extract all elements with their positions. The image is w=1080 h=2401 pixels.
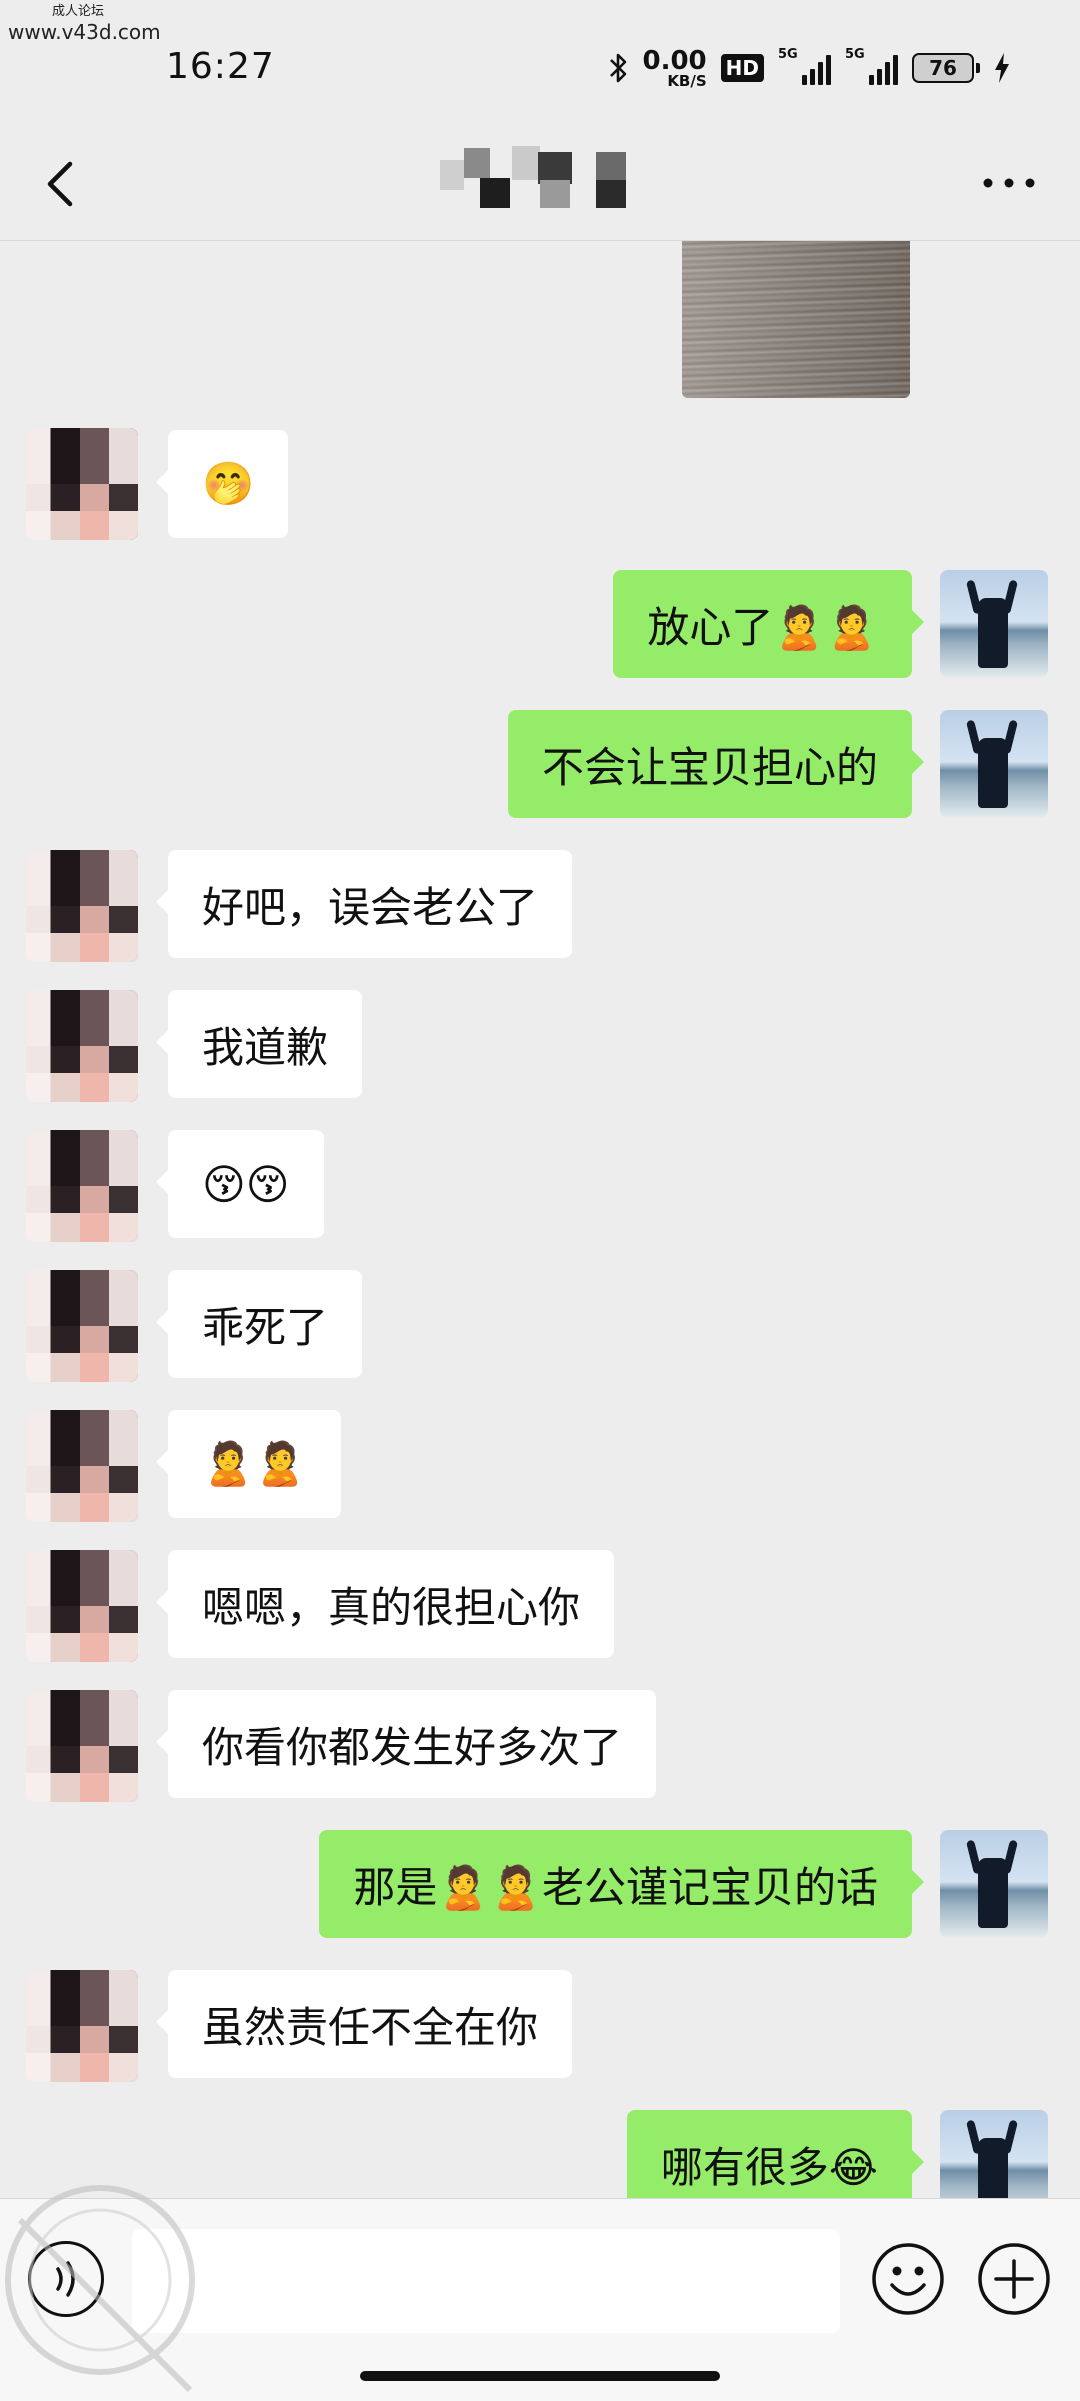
message-bubble-incoming[interactable]: 🙎🙎: [156, 1410, 341, 1518]
message-bubble-incoming[interactable]: 好吧，误会老公了: [155, 850, 573, 958]
my-avatar[interactable]: [940, 2110, 1048, 2198]
message-bubble-incoming[interactable]: 乖死了: [155, 1270, 363, 1378]
message-bubble-incoming[interactable]: 🤭: [155, 430, 289, 538]
input-bar: [0, 2198, 1080, 2401]
emoji-icon[interactable]: [870, 2241, 946, 2317]
my-avatar[interactable]: [940, 1830, 1048, 1938]
message-bubble-outgoing[interactable]: 哪有很多😂: [626, 2110, 925, 2198]
contact-avatar[interactable]: [26, 1410, 138, 1522]
message-bubble-outgoing[interactable]: 那是🙎🙎老公谨记宝贝的话: [319, 1830, 924, 1938]
contact-avatar[interactable]: [26, 1550, 138, 1662]
message-input[interactable]: [132, 2229, 840, 2333]
my-avatar[interactable]: [940, 570, 1048, 678]
chevron-left-icon[interactable]: [36, 152, 92, 216]
message-bubble-incoming[interactable]: 我道歉: [155, 990, 363, 1098]
chat-area[interactable]: 🤭 放心了🙎🙎 不会让宝贝担心的 好吧，误会老公了 我道歉 😚😚 乖死了 🙎🙎 …: [0, 0, 1080, 2198]
chat-header: [0, 130, 1080, 240]
message-bubble-outgoing[interactable]: 放心了🙎🙎: [613, 570, 924, 678]
my-avatar[interactable]: [940, 710, 1048, 818]
more-horizontal-icon[interactable]: [974, 158, 1044, 208]
message-bubble-incoming[interactable]: 嗯嗯，真的很担心你: [155, 1550, 615, 1658]
chat-title: [440, 142, 630, 210]
contact-avatar[interactable]: [26, 1270, 138, 1382]
header-divider: [0, 240, 1080, 241]
contact-avatar[interactable]: [26, 1970, 138, 2082]
message-bubble-incoming[interactable]: 虽然责任不全在你: [155, 1970, 573, 2078]
contact-avatar[interactable]: [26, 850, 138, 962]
voice-icon[interactable]: [28, 2241, 104, 2317]
contact-avatar[interactable]: [26, 1690, 138, 1802]
contact-avatar[interactable]: [26, 990, 138, 1102]
image-message[interactable]: [682, 226, 910, 398]
home-indicator[interactable]: [360, 2371, 720, 2381]
message-bubble-incoming[interactable]: 你看你都发生好多次了: [155, 1690, 657, 1798]
plus-circle-icon[interactable]: [976, 2241, 1052, 2317]
message-bubble-incoming[interactable]: 😚😚: [156, 1130, 324, 1238]
contact-avatar[interactable]: [26, 428, 138, 540]
message-bubble-outgoing[interactable]: 不会让宝贝担心的: [507, 710, 925, 818]
contact-avatar[interactable]: [26, 1130, 138, 1242]
